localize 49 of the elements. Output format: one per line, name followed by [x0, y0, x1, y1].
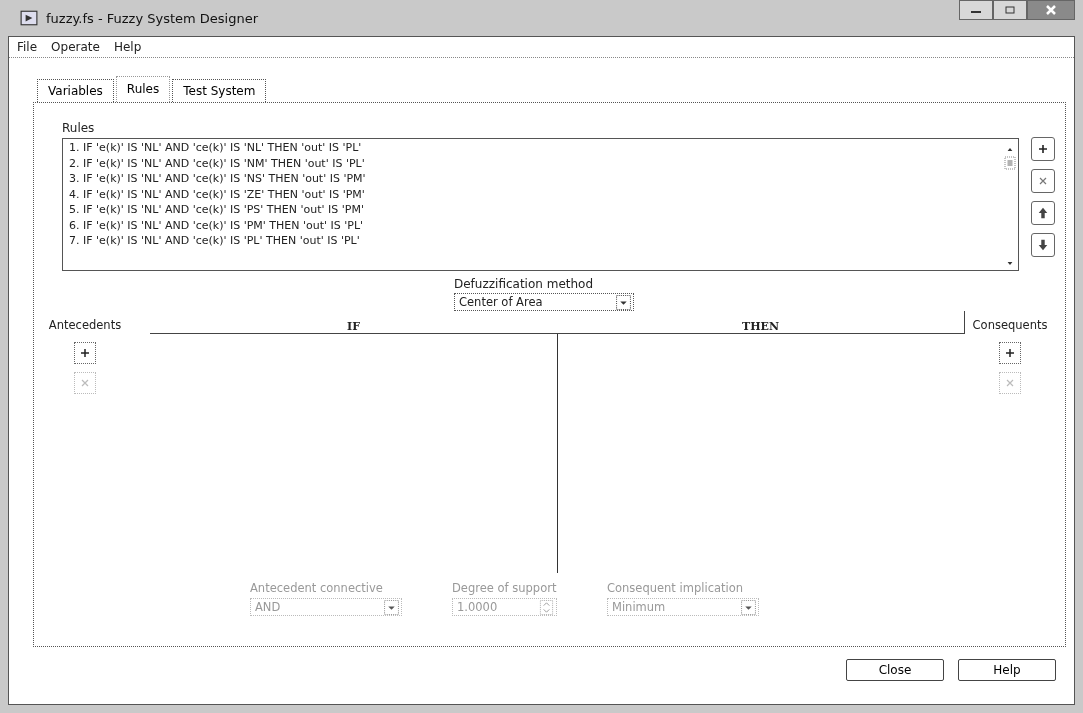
rules-list[interactable] — [62, 138, 1019, 271]
cross-icon — [1004, 377, 1016, 389]
rule-item[interactable]: 7. IF 'e(k)' IS 'NL' AND 'ce(k)' IS 'PL' THEN 'out' IS 'PL' — [69, 233, 996, 249]
rule-item[interactable]: 4. IF 'e(k)' IS 'NL' AND 'ce(k)' IS 'ZE' THEN 'out' IS 'PM' — [69, 186, 996, 202]
maximize-button[interactable] — [993, 0, 1027, 20]
if-header: IF — [346, 320, 361, 333]
move-down-button[interactable] — [1031, 233, 1055, 257]
move-up-button[interactable] — [1031, 201, 1055, 225]
menu-item[interactable]: Help — [113, 40, 142, 54]
then-header: THEN — [741, 320, 780, 333]
defuzzification-dropdown[interactable]: Center of Area — [454, 293, 634, 311]
tab[interactable]: Variables — [37, 79, 114, 102]
delete-rule-button[interactable] — [1031, 169, 1055, 193]
plus-icon — [1004, 347, 1016, 359]
menu-item[interactable]: File — [17, 40, 38, 54]
add-consequent-button[interactable] — [999, 342, 1021, 364]
rule-item[interactable]: 1. IF 'e(k)' IS 'NL' AND 'ce(k)' IS 'NL' THEN 'out' IS 'PL' — [69, 140, 996, 156]
rule-item[interactable]: 5. IF 'e(k)' IS 'NL' AND 'ce(k)' IS 'PS' THEN 'out' IS 'PM' — [69, 202, 996, 218]
field-label: Degree of support — [452, 581, 557, 595]
add-antecedent-button[interactable] — [74, 342, 96, 364]
tab[interactable]: Test System — [172, 79, 267, 102]
field-label: Consequent implication — [607, 581, 745, 595]
dialog-button[interactable]: Help — [958, 659, 1056, 681]
rule-item[interactable]: 6. IF 'e(k)' IS 'NL' AND 'ce(k)' IS 'PM' THEN 'out' IS 'PL' — [69, 217, 996, 233]
consequents-label: Consequents — [972, 318, 1048, 332]
scroll-up-arrow-icon[interactable] — [1006, 147, 1014, 152]
plus-icon — [1037, 143, 1049, 155]
app-icon — [20, 10, 38, 26]
rule-item[interactable]: 2. IF 'e(k)' IS 'NL' AND 'ce(k)' IS 'NM' THEN 'out' IS 'PL' — [69, 155, 996, 171]
menu-item[interactable]: Operate — [51, 40, 100, 54]
close-window-button[interactable] — [1027, 0, 1075, 20]
defuzzification-label: Defuzzification method — [454, 277, 595, 291]
window-title: fuzzy.fs - Fuzzy System Designer — [46, 10, 259, 26]
down-arrow-icon — [1037, 239, 1049, 251]
spinner-arrows-icon — [539, 599, 554, 615]
scroll-thumb[interactable] — [1004, 156, 1016, 170]
rules-label: Rules — [62, 121, 96, 135]
add-rule-button[interactable] — [1031, 137, 1055, 161]
plus-icon — [79, 347, 91, 359]
cross-icon — [1037, 175, 1049, 187]
up-arrow-icon — [1037, 207, 1049, 219]
rule-item[interactable]: 3. IF 'e(k)' IS 'NL' AND 'ce(k)' IS 'NS' THEN 'out' IS 'PM' — [69, 171, 996, 187]
tab[interactable]: Rules — [115, 76, 171, 102]
cross-icon — [79, 377, 91, 389]
antecedents-label: Antecedents — [48, 318, 122, 332]
scroll-down-arrow-icon[interactable] — [1006, 261, 1014, 266]
field-label: Antecedent connective — [250, 581, 384, 595]
minimize-button[interactable] — [959, 0, 993, 20]
dialog-button[interactable]: Close — [846, 659, 944, 681]
